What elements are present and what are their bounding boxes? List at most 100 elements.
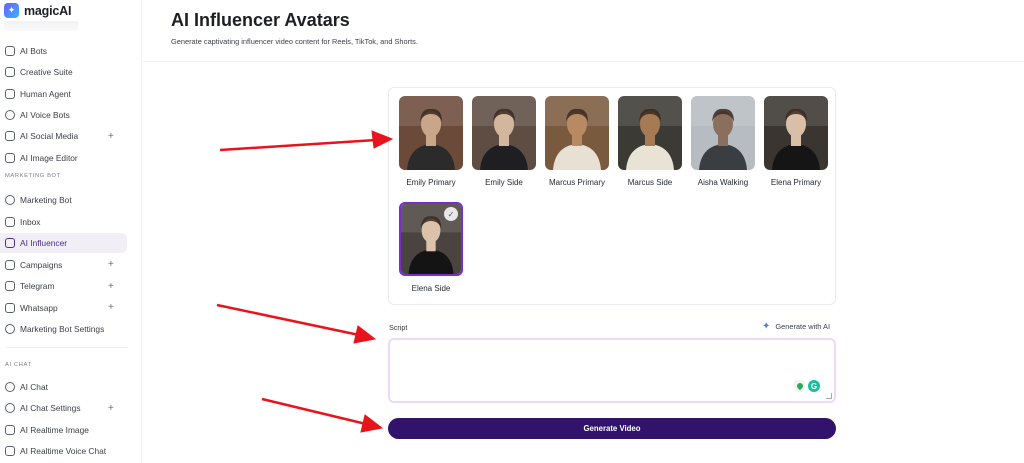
sparkle-icon: ✦	[762, 321, 771, 332]
avatar-card[interactable]: Marcus Side	[618, 96, 682, 187]
avatar-picker: Emily Primary Emily Side Marcus Primary Mar…	[388, 87, 836, 305]
sidebar-item-label: AI Bots	[20, 46, 47, 56]
avatar-card[interactable]: Elena Primary	[764, 96, 828, 187]
sidebar-item-label: Marketing Bot	[20, 195, 72, 205]
inbox-icon	[5, 216, 15, 227]
sidebar-item-ai-bots[interactable]: AI Bots	[0, 41, 127, 61]
sidebar-item-marketing-bot-settings[interactable]: Marketing Bot Settings	[0, 319, 127, 339]
sidebar-item-label: Whatsapp	[20, 302, 58, 313]
wave-icon	[5, 238, 15, 248]
sidebar-item-ai-chat-settings[interactable]: AI Chat Settings +	[0, 398, 127, 418]
sidebar-item-human-agent[interactable]: Human Agent	[0, 84, 127, 104]
sidebar-item-label: Creative Suite	[20, 67, 73, 78]
expand-plus-icon[interactable]: +	[108, 259, 114, 270]
sidebar-item-label: AI Voice Bots	[20, 109, 70, 120]
avatar-card[interactable]: ✓ Elena Side	[399, 202, 463, 293]
arrow-to-generate	[261, 397, 384, 433]
whatsapp-icon	[5, 302, 15, 313]
bot-icon	[5, 46, 15, 56]
sidebar-item-ai-voice-bots[interactable]: AI Voice Bots	[0, 105, 127, 125]
sidebar-item-creative-suite[interactable]: Creative Suite	[0, 62, 127, 82]
resize-handle[interactable]	[826, 393, 832, 399]
sidebar-item-label: AI Realtime Image	[20, 424, 89, 435]
header-divider	[143, 61, 1024, 62]
image-icon	[5, 424, 15, 435]
avatar-card[interactable]: Emily Side	[472, 96, 536, 187]
avatar-name: Marcus Primary	[548, 178, 605, 187]
script-textarea[interactable]: G	[388, 338, 836, 403]
expand-plus-icon[interactable]: +	[108, 281, 114, 292]
sidebar-item-label: AI Chat	[20, 382, 48, 392]
settings-icon	[5, 403, 15, 414]
avatar-photo[interactable]	[399, 96, 463, 170]
sidebar-item-label: AI Realtime Voice Chat	[20, 445, 107, 456]
app-name: magicAI	[24, 3, 72, 18]
sidebar-item-ai-chat[interactable]: AI Chat	[0, 377, 127, 397]
location-pin-icon[interactable]	[794, 380, 805, 392]
page-subtitle: Generate captivating influencer video co…	[171, 37, 418, 46]
sidebar-item-ai-realtime-voice-chat[interactable]: AI Realtime Voice Chat	[0, 441, 127, 461]
sidebar-item-label: Campaigns	[20, 259, 63, 270]
section-label-marketing: MARKETING BOT	[5, 173, 61, 179]
generate-with-ai-button[interactable]: ✦ Generate with AI	[762, 321, 830, 332]
sidebar-search-placeholder	[4, 21, 78, 31]
sidebar-item-telegram[interactable]: Telegram +	[0, 276, 127, 296]
app-logo[interactable]: ✦ magicAI	[4, 3, 71, 18]
avatar-name: Emily Side	[485, 178, 523, 187]
avatar-card[interactable]: Emily Primary	[399, 96, 463, 187]
avatar-card[interactable]: Marcus Primary	[545, 96, 609, 187]
agent-icon	[5, 88, 15, 99]
sidebar-divider	[5, 347, 127, 348]
avatar-name: Elena Side	[411, 284, 451, 293]
avatar-photo[interactable]	[764, 96, 828, 170]
settings-icon	[5, 324, 15, 334]
wave-icon	[5, 445, 15, 456]
avatar-card[interactable]: Aisha Walking	[691, 96, 755, 187]
sidebar-item-ai-influencer[interactable]: AI Influencer	[0, 233, 127, 253]
logo-icon: ✦	[4, 3, 19, 18]
avatar-photo[interactable]: ✓	[399, 202, 463, 276]
avatar-photo[interactable]	[472, 96, 536, 170]
sidebar-item-label: AI Chat Settings	[20, 403, 81, 414]
arrow-to-script	[216, 303, 377, 344]
selected-check-icon: ✓	[444, 207, 458, 221]
voice-icon	[5, 109, 15, 120]
sidebar-item-ai-realtime-image[interactable]: AI Realtime Image	[0, 420, 127, 440]
sidebar-item-label: Telegram	[20, 281, 55, 291]
chat-icon	[5, 382, 15, 392]
avatar-name: Aisha Walking	[697, 178, 749, 187]
avatar-photo[interactable]	[618, 96, 682, 170]
sidebar-item-label: Human Agent	[20, 88, 71, 99]
avatar-name: Emily Primary	[406, 178, 456, 187]
sidebar-item-marketing-bot[interactable]: Marketing Bot	[0, 190, 127, 210]
avatar-name: Marcus Side	[627, 178, 673, 187]
avatar-photo[interactable]	[691, 96, 755, 170]
expand-plus-icon[interactable]: +	[108, 302, 114, 313]
sidebar-item-label: Marketing Bot Settings	[20, 324, 105, 334]
sidebar-item-campaigns[interactable]: Campaigns +	[0, 255, 127, 275]
send-icon	[5, 281, 15, 291]
sidebar: ✦ magicAI AI Bots Creative Suite Human Age…	[0, 0, 142, 463]
avatar-photo[interactable]	[545, 96, 609, 170]
page-title: AI Influencer Avatars	[171, 10, 350, 30]
sidebar-item-label: Inbox	[20, 216, 41, 227]
avatar-name: Elena Primary	[770, 178, 822, 187]
sidebar-item-inbox[interactable]: Inbox	[0, 212, 127, 232]
section-label-chat: AI CHAT	[5, 362, 32, 368]
expand-plus-icon[interactable]: +	[108, 131, 114, 142]
arrow-to-avatars	[219, 130, 394, 152]
grammarly-icon[interactable]: G	[808, 380, 820, 392]
sidebar-item-label: AI Social Media	[20, 131, 79, 142]
sidebar-item-label: AI Image Editor	[20, 152, 78, 163]
sidebar-item-whatsapp[interactable]: Whatsapp +	[0, 298, 127, 318]
sidebar-item-ai-social-media[interactable]: AI Social Media +	[0, 126, 127, 146]
generate-video-button[interactable]: Generate Video	[388, 418, 836, 439]
flag-icon	[5, 259, 15, 270]
generate-with-ai-label: Generate with AI	[775, 322, 831, 331]
social-icon	[5, 131, 15, 142]
script-label: Script	[389, 323, 408, 332]
palette-icon	[5, 67, 15, 78]
expand-plus-icon[interactable]: +	[108, 403, 114, 414]
image-icon	[5, 152, 15, 163]
sidebar-item-ai-image-editor[interactable]: AI Image Editor	[0, 148, 127, 168]
